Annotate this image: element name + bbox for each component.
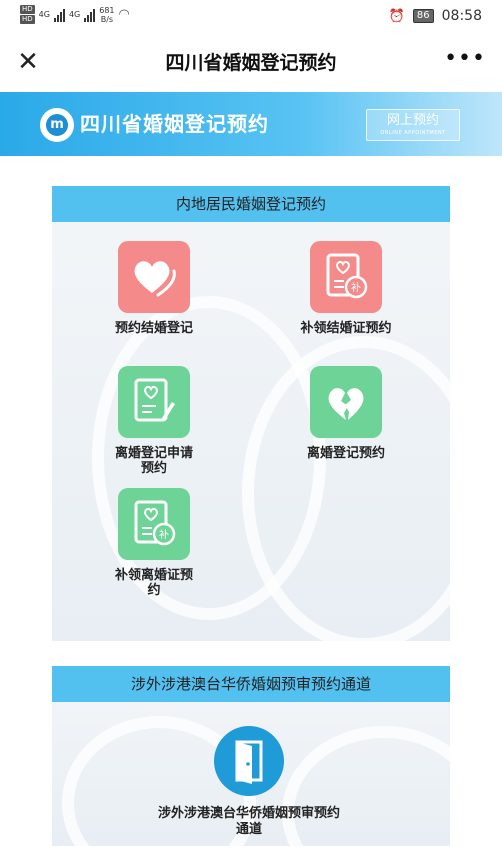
foreign-section-header: 涉外涉港澳台华侨婚姻预审预约通道 bbox=[52, 666, 450, 702]
close-icon[interactable]: ✕ bbox=[14, 48, 42, 76]
speed-unit: B/s bbox=[100, 14, 114, 24]
clock: 08:58 bbox=[441, 8, 482, 24]
reissue-divorce-certificate-tile[interactable]: 补 补领离婚证预约 bbox=[84, 488, 224, 598]
wifi-icon: ◠ bbox=[118, 7, 130, 22]
online-appointment-label: 网上预约 bbox=[386, 113, 439, 128]
foreign-registration-card: 涉外涉港澳台华侨婚姻预审预约通道 涉外涉港澳台华侨婚姻预审预约通道 bbox=[52, 666, 450, 846]
foreign-channel-button[interactable] bbox=[214, 726, 284, 796]
reissue-marriage-icon-box: 补 bbox=[310, 241, 382, 313]
status-left: HD HD 4G 4G 681 B/s ◠ bbox=[20, 5, 130, 24]
mainland-registration-card: 内地居民婚姻登记预约 预约结婚登记 补 补领结婚证预约 离婚登记申请预约 离婚登… bbox=[52, 186, 450, 641]
broken-heart-icon bbox=[328, 388, 364, 420]
status-bar: HD HD 4G 4G 681 B/s ◠ ⏰ 86 08:58 bbox=[0, 0, 502, 34]
banner-title: 四川省婚姻登记预约 bbox=[80, 112, 269, 136]
more-options-icon[interactable]: ••• bbox=[444, 46, 486, 71]
online-appointment-sublabel: ONLINE APPOINTMENT bbox=[380, 130, 446, 136]
signal-icon-2 bbox=[84, 8, 96, 22]
network-speed: 681 B/s bbox=[99, 6, 114, 24]
title-bar: ✕ 四川省婚姻登记预约 ••• bbox=[0, 34, 502, 90]
reissue-marriage-certificate-tile[interactable]: 补 补领结婚证预约 bbox=[276, 241, 416, 336]
online-appointment-button[interactable]: 网上预约 ONLINE APPOINTMENT bbox=[366, 109, 460, 141]
hd-indicators: HD HD bbox=[20, 5, 35, 24]
marriage-registration-tile[interactable]: 预约结婚登记 bbox=[84, 241, 224, 336]
divorce-application-tile[interactable]: 离婚登记申请预约 bbox=[84, 366, 224, 476]
divorce-icon-box bbox=[310, 366, 382, 438]
door-icon bbox=[235, 740, 263, 784]
divorce-application-icon-box bbox=[118, 366, 190, 438]
page-title: 四川省婚姻登记预约 bbox=[165, 52, 337, 74]
marriage-icon-box bbox=[118, 241, 190, 313]
heart-icon bbox=[134, 261, 176, 297]
reissue-divorce-icon-box: 补 bbox=[118, 488, 190, 560]
alarm-icon: ⏰ bbox=[388, 8, 405, 24]
tile-label: 补领离婚证预约 bbox=[114, 568, 193, 598]
emblem-logo: m bbox=[40, 108, 74, 142]
hd-label-2: HD bbox=[20, 15, 35, 24]
certificate-heart-icon: 补 bbox=[134, 500, 176, 546]
badge-char: 补 bbox=[159, 528, 169, 541]
hd-label-1: HD bbox=[20, 5, 35, 14]
divorce-registration-tile[interactable]: 离婚登记预约 bbox=[276, 366, 416, 461]
signal-icon bbox=[53, 8, 65, 22]
tile-label: 离婚登记预约 bbox=[306, 446, 385, 461]
document-heart-icon bbox=[134, 378, 175, 422]
certificate-heart-icon: 补 bbox=[326, 253, 368, 299]
battery-indicator: 86 bbox=[412, 9, 434, 23]
tile-label: 预约结婚登记 bbox=[114, 321, 193, 336]
network-type-2: 4G bbox=[68, 10, 81, 19]
mainland-section-header: 内地居民婚姻登记预约 bbox=[52, 186, 450, 222]
tile-label: 离婚登记申请预约 bbox=[114, 446, 193, 476]
foreign-channel-label: 涉外涉港澳台华侨婚姻预审预约通道 bbox=[157, 806, 340, 837]
status-right: ⏰ 86 08:58 bbox=[389, 8, 482, 24]
network-type-1: 4G bbox=[38, 10, 50, 19]
speed-value: 681 bbox=[99, 5, 115, 15]
badge-char: 补 bbox=[351, 281, 361, 294]
tile-label: 补领结婚证预约 bbox=[300, 321, 392, 336]
header-banner: m 四川省婚姻登记预约 网上预约 ONLINE APPOINTMENT bbox=[0, 92, 502, 156]
